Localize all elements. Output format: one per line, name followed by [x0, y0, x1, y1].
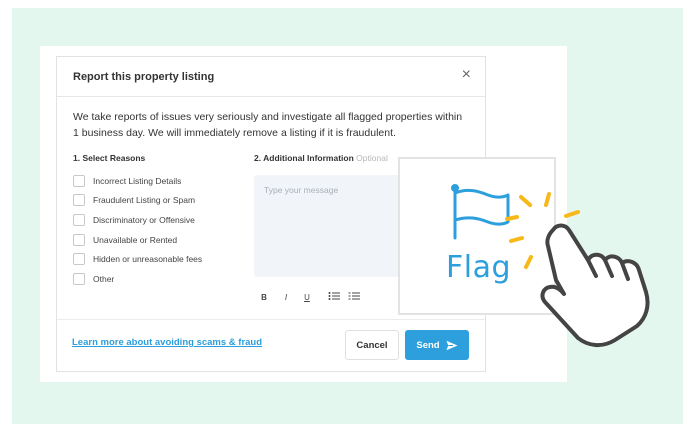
flag-label: Flag	[446, 250, 512, 285]
flag-icon	[451, 184, 510, 240]
pointing-hand-icon	[540, 223, 650, 347]
flag-illustration	[451, 184, 650, 347]
